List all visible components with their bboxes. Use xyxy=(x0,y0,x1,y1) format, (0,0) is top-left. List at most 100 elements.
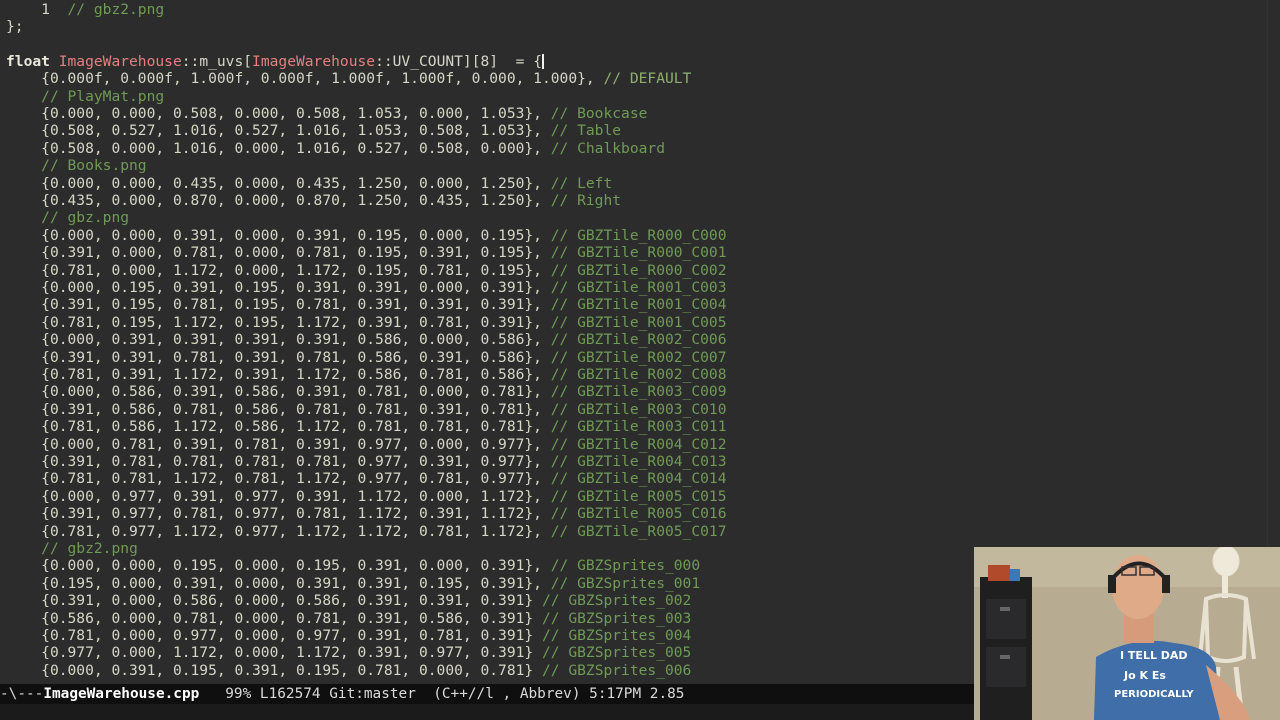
code-comment: // GBZSprites_002 xyxy=(533,592,692,610)
code-text: {0.391, 0.781, 0.781, 0.781, 0.781, 0.97… xyxy=(41,452,542,470)
code-line[interactable]: {0.391, 0.977, 0.781, 0.977, 0.781, 1.17… xyxy=(6,505,726,522)
code-line[interactable]: {0.000, 0.195, 0.391, 0.195, 0.391, 0.39… xyxy=(6,279,726,296)
code-line[interactable]: {0.977, 0.000, 1.172, 0.000, 1.172, 0.39… xyxy=(6,644,691,661)
code-line[interactable]: // PlayMat.png xyxy=(6,88,164,105)
code-comment: // Chalkboard xyxy=(541,139,665,157)
code-text: {0.000, 0.195, 0.391, 0.195, 0.391, 0.39… xyxy=(41,278,542,296)
code-line[interactable]: {0.000, 0.977, 0.391, 0.977, 0.391, 1.17… xyxy=(6,488,726,505)
code-comment: // gbz2.png xyxy=(67,0,165,18)
code-comment: // Books.png xyxy=(41,157,147,175)
code-comment: // GBZTile_R003_C009 xyxy=(541,383,727,401)
code-text: }; xyxy=(6,17,24,35)
code-line[interactable]: {0.781, 0.586, 1.172, 0.586, 1.172, 0.78… xyxy=(6,418,726,435)
code-comment: // GBZTile_R002_C006 xyxy=(541,331,727,349)
code-line[interactable]: {0.000, 0.000, 0.195, 0.000, 0.195, 0.39… xyxy=(6,557,700,574)
code-line[interactable]: {0.435, 0.000, 0.870, 0.000, 0.870, 1.25… xyxy=(6,192,621,209)
code-line[interactable]: {0.000, 0.391, 0.195, 0.391, 0.195, 0.78… xyxy=(6,662,691,679)
code-comment: // Left xyxy=(541,174,613,192)
code-comment: // PlayMat.png xyxy=(41,87,165,105)
code-line[interactable]: {0.391, 0.781, 0.781, 0.781, 0.781, 0.97… xyxy=(6,453,726,470)
code-line[interactable]: 1 // gbz2.png xyxy=(6,1,164,18)
emacs-modeline: -\---ImageWarehouse.cpp 99% L162574 Git:… xyxy=(0,684,974,704)
code-line[interactable]: // Books.png xyxy=(6,157,147,175)
code-line[interactable]: {0.000, 0.391, 0.391, 0.391, 0.391, 0.58… xyxy=(6,331,726,348)
webcam-image: I TELL DAD Jo K Es PERIODICALLY xyxy=(974,547,1280,720)
code-line[interactable]: {0.391, 0.000, 0.781, 0.000, 0.781, 0.19… xyxy=(6,244,726,261)
code-line[interactable]: {0.508, 0.000, 1.016, 0.000, 1.016, 0.52… xyxy=(6,140,665,157)
code-text: 1 xyxy=(41,0,68,18)
code-line[interactable]: {0.000, 0.000, 0.391, 0.000, 0.391, 0.19… xyxy=(6,227,726,244)
code-token: ::m_uvs[ xyxy=(181,52,253,70)
code-comment: // gbz2.png xyxy=(41,539,138,557)
code-comment: // GBZSprites_000 xyxy=(541,557,701,575)
code-text: {0.391, 0.000, 0.586, 0.000, 0.586, 0.39… xyxy=(41,592,534,610)
code-comment: // GBZSprites_003 xyxy=(533,609,692,627)
code-text: {0.781, 0.781, 1.172, 0.781, 1.172, 0.97… xyxy=(41,470,542,488)
code-line[interactable]: {0.781, 0.977, 1.172, 0.977, 1.172, 1.17… xyxy=(6,523,726,540)
code-line[interactable]: {0.781, 0.781, 1.172, 0.781, 1.172, 0.97… xyxy=(6,470,726,487)
code-comment: // GBZSprites_001 xyxy=(541,574,701,592)
code-text: {0.391, 0.391, 0.781, 0.391, 0.781, 0.58… xyxy=(41,348,542,366)
code-line[interactable]: {0.781, 0.391, 1.172, 0.391, 1.172, 0.58… xyxy=(6,366,726,383)
code-text: {0.977, 0.000, 1.172, 0.000, 1.172, 0.39… xyxy=(41,644,534,662)
shirt-text-line-1: I TELL DAD xyxy=(1120,649,1188,662)
code-line[interactable]: {0.391, 0.195, 0.781, 0.195, 0.781, 0.39… xyxy=(6,296,726,313)
code-line[interactable]: {0.586, 0.000, 0.781, 0.000, 0.781, 0.39… xyxy=(6,610,691,627)
code-line[interactable]: {0.391, 0.586, 0.781, 0.586, 0.781, 0.78… xyxy=(6,401,726,418)
code-text: {0.000f, 0.000f, 1.000f, 0.000f, 1.000f,… xyxy=(41,70,595,88)
type-name: ImageWarehouse xyxy=(58,52,182,70)
code-line[interactable]: {0.000f, 0.000f, 1.000f, 0.000f, 1.000f,… xyxy=(6,70,691,87)
code-line[interactable]: // gbz.png xyxy=(6,209,129,226)
code-comment: // GBZTile_R005_C017 xyxy=(541,522,727,540)
code-comment: // GBZTile_R000_C002 xyxy=(541,261,727,279)
code-text: {0.000, 0.391, 0.391, 0.391, 0.391, 0.58… xyxy=(41,331,542,349)
code-comment: // Table xyxy=(541,122,622,140)
code-line[interactable]: {0.391, 0.000, 0.586, 0.000, 0.586, 0.39… xyxy=(6,592,691,609)
code-comment: // GBZSprites_005 xyxy=(533,644,692,662)
code-text: {0.391, 0.000, 0.781, 0.000, 0.781, 0.19… xyxy=(41,244,542,262)
code-line[interactable]: {0.781, 0.000, 1.172, 0.000, 1.172, 0.19… xyxy=(6,262,726,279)
code-comment: // GBZTile_R005_C016 xyxy=(541,505,727,523)
code-comment: // GBZTile_R004_C014 xyxy=(541,470,727,488)
code-line[interactable]: {0.781, 0.000, 0.977, 0.000, 0.977, 0.39… xyxy=(6,627,691,644)
code-line[interactable]: float ImageWarehouse::m_uvs[ImageWarehou… xyxy=(6,53,544,70)
code-text: {0.000, 0.000, 0.195, 0.000, 0.195, 0.39… xyxy=(41,557,542,575)
code-comment: // GBZSprites_006 xyxy=(533,661,692,679)
code-text: {0.508, 0.000, 1.016, 0.000, 1.016, 0.52… xyxy=(41,139,542,157)
code-line[interactable]: // gbz2.png xyxy=(6,540,138,557)
code-text: {0.781, 0.195, 1.172, 0.195, 1.172, 0.39… xyxy=(41,313,542,331)
code-line[interactable]: {0.391, 0.391, 0.781, 0.391, 0.781, 0.58… xyxy=(6,349,726,366)
code-line[interactable]: }; xyxy=(6,18,24,35)
modeline-status: 99% L162574 Git:master (C++//l , Abbrev)… xyxy=(199,686,685,702)
code-line[interactable]: {0.195, 0.000, 0.391, 0.000, 0.391, 0.39… xyxy=(6,575,700,592)
code-line[interactable]: {0.000, 0.781, 0.391, 0.781, 0.391, 0.97… xyxy=(6,436,726,453)
code-text: {0.000, 0.000, 0.391, 0.000, 0.391, 0.19… xyxy=(41,226,542,244)
code-line[interactable]: {0.508, 0.527, 1.016, 0.527, 1.016, 1.05… xyxy=(6,122,621,139)
code-line[interactable]: {0.000, 0.000, 0.435, 0.000, 0.435, 1.25… xyxy=(6,175,612,192)
code-line[interactable]: {0.781, 0.195, 1.172, 0.195, 1.172, 0.39… xyxy=(6,314,726,331)
code-comment: // GBZTile_R003_C010 xyxy=(541,400,727,418)
code-line[interactable]: {0.000, 0.000, 0.508, 0.000, 0.508, 1.05… xyxy=(6,105,647,122)
code-text: {0.391, 0.195, 0.781, 0.195, 0.781, 0.39… xyxy=(41,296,542,314)
code-line[interactable]: {0.000, 0.586, 0.391, 0.586, 0.391, 0.78… xyxy=(6,383,726,400)
